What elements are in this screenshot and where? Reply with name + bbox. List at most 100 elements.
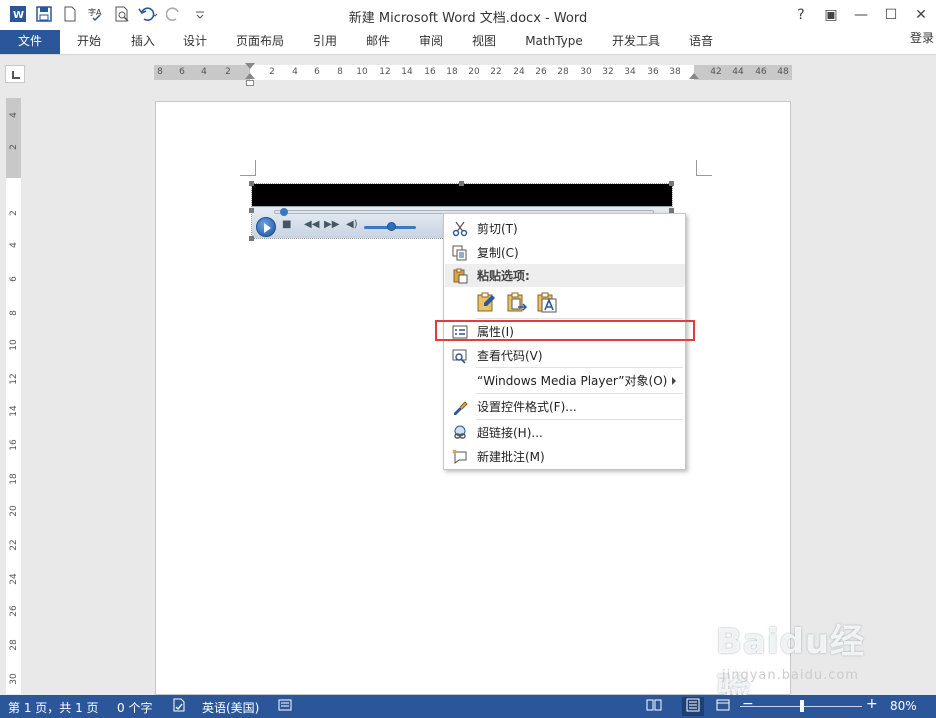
resize-handle-top[interactable] xyxy=(459,181,464,186)
menu-item-wmp-object[interactable]: “Windows Media Player”对象(O) xyxy=(445,369,685,392)
new-comment-icon xyxy=(445,445,475,468)
menu-item-label: “Windows Media Player”对象(O) xyxy=(477,374,668,388)
menu-separator xyxy=(476,419,683,420)
tab-page-layout[interactable]: 页面布局 xyxy=(230,30,290,54)
maximize-button[interactable]: ☐ xyxy=(876,0,906,30)
print-layout-icon[interactable] xyxy=(682,697,704,716)
minimize-button[interactable]: — xyxy=(846,0,876,30)
context-menu: 剪切(T) 复制(C) 粘贴选项: 属性(I) 查看代码(V) “Windows… xyxy=(443,213,686,470)
language-indicator[interactable]: 英语(美国) xyxy=(202,699,259,716)
left-indent-marker[interactable] xyxy=(246,80,254,86)
ruler-tick-label: 20 xyxy=(9,505,19,517)
page-count[interactable]: 第 1 页，共 1 页 xyxy=(8,699,99,716)
menu-separator xyxy=(476,367,683,368)
ruler-tick-label: 30 xyxy=(580,67,592,77)
watermark-url: jingyan.baidu.com xyxy=(722,668,859,683)
close-button[interactable]: ✕ xyxy=(906,0,936,30)
ruler-tick-label: 6 xyxy=(9,276,19,282)
right-indent-marker[interactable] xyxy=(689,73,699,79)
tab-design[interactable]: 设计 xyxy=(172,30,218,54)
first-line-indent-marker[interactable] xyxy=(245,63,255,69)
submenu-arrow-icon xyxy=(672,377,676,385)
menu-item-label: 设置控件格式(F)... xyxy=(477,400,577,414)
media-player-video-area[interactable] xyxy=(252,184,672,206)
ruler-tick-label: 28 xyxy=(557,67,569,77)
menu-item-hyperlink[interactable]: 超链接(H)... xyxy=(445,421,685,444)
menu-item-label: 查看代码(V) xyxy=(477,349,543,363)
tab-file[interactable]: 文件 xyxy=(0,30,60,54)
ruler-tick-label: 34 xyxy=(624,67,636,77)
help-button[interactable]: ? xyxy=(786,0,816,30)
tab-view[interactable]: 视图 xyxy=(461,30,507,54)
vertical-ruler[interactable]: 4 2 2 4 6 8 10 12 14 16 18 20 22 24 26 28 30 xyxy=(6,98,21,694)
keep-text-only-icon[interactable] xyxy=(535,290,559,314)
tab-home[interactable]: 开始 xyxy=(66,30,112,54)
ruler-tick-label: 12 xyxy=(379,67,391,77)
zoom-level[interactable]: 80% xyxy=(890,699,917,713)
ruler-tick-label: 26 xyxy=(535,67,547,77)
menu-item-label: 复制(C) xyxy=(477,246,519,260)
tab-mailings[interactable]: 邮件 xyxy=(355,30,401,54)
tab-selector[interactable] xyxy=(5,65,25,83)
ruler-tick-label: 48 xyxy=(777,67,789,77)
ruler-tick-label: 4 xyxy=(292,67,298,77)
sign-in-link[interactable]: 登录 xyxy=(910,30,934,46)
tab-insert[interactable]: 插入 xyxy=(120,30,166,54)
ruler-tick-label: 18 xyxy=(9,473,19,485)
keep-source-formatting-icon[interactable] xyxy=(475,290,499,314)
tab-developer[interactable]: 开发工具 xyxy=(604,30,668,54)
ruler-tick-label: 22 xyxy=(490,67,502,77)
zoom-out-button[interactable]: − xyxy=(742,696,754,712)
resize-handle-top-left[interactable] xyxy=(249,181,254,186)
hyperlink-icon xyxy=(445,421,475,444)
zoom-in-button[interactable]: + xyxy=(866,696,878,712)
hanging-indent-marker[interactable] xyxy=(245,73,255,79)
ruler-tick-label: 28 xyxy=(9,639,19,651)
volume-icon[interactable]: ◀) xyxy=(346,219,358,230)
menu-item-new-comment[interactable]: 新建批注(M) xyxy=(445,445,685,468)
play-icon[interactable] xyxy=(256,217,276,237)
menu-item-copy[interactable]: 复制(C) xyxy=(445,241,685,264)
menu-header-paste-options: 粘贴选项: xyxy=(445,264,685,287)
volume-knob[interactable] xyxy=(387,222,396,231)
ruler-tick-label: 24 xyxy=(513,67,525,77)
next-icon[interactable]: ▶▶ xyxy=(324,219,339,230)
merge-formatting-icon[interactable] xyxy=(505,290,529,314)
view-code-icon xyxy=(445,344,475,367)
menu-item-format-control[interactable]: 设置控件格式(F)... xyxy=(445,395,685,418)
ruler-tick-label: 42 xyxy=(710,67,722,77)
stop-icon[interactable]: ■ xyxy=(282,219,291,230)
proofing-icon[interactable] xyxy=(172,698,186,715)
ruler-tick-label: 30 xyxy=(9,673,19,685)
read-mode-icon[interactable] xyxy=(646,698,662,715)
resize-handle-top-right[interactable] xyxy=(669,181,674,186)
web-layout-icon[interactable] xyxy=(716,698,730,715)
ruler-tick-label: 38 xyxy=(669,67,681,77)
crop-mark-top-right xyxy=(696,160,712,176)
ruler-tick-label: 46 xyxy=(755,67,767,77)
ruler-tick-label: 16 xyxy=(9,439,19,451)
previous-icon[interactable]: ◀◀ xyxy=(304,219,319,230)
tab-speech[interactable]: 语音 xyxy=(678,30,724,54)
menu-item-view-code[interactable]: 查看代码(V) xyxy=(445,344,685,367)
ruler-tick-label: 22 xyxy=(9,539,19,551)
resize-handle-bottom-left[interactable] xyxy=(249,236,254,241)
ruler-tick-label: 20 xyxy=(468,67,480,77)
word-count[interactable]: 0 个字 xyxy=(117,699,152,716)
ribbon-display-options-button[interactable]: ▣ xyxy=(816,0,846,30)
ruler-tick-label: 8 xyxy=(157,67,163,77)
ruler-tick-label: 2 xyxy=(225,67,231,77)
tab-references[interactable]: 引用 xyxy=(302,30,348,54)
media-seek-knob[interactable] xyxy=(280,208,288,216)
resize-handle-left[interactable] xyxy=(249,208,254,213)
ruler-tick-label: 36 xyxy=(647,67,659,77)
tab-review[interactable]: 审阅 xyxy=(408,30,454,54)
menu-item-label: 剪切(T) xyxy=(477,222,518,236)
ruler-tick-label: 44 xyxy=(732,67,744,77)
zoom-slider-knob[interactable] xyxy=(800,700,804,712)
title-bar: W 字A 新建 Microsoft Word 文档.docx - Word ? … xyxy=(0,0,936,30)
menu-item-cut[interactable]: 剪切(T) xyxy=(445,217,685,240)
ruler-tick-label: 6 xyxy=(314,67,320,77)
macro-recording-icon[interactable] xyxy=(278,698,292,715)
tab-mathtype[interactable]: MathType xyxy=(518,30,590,54)
